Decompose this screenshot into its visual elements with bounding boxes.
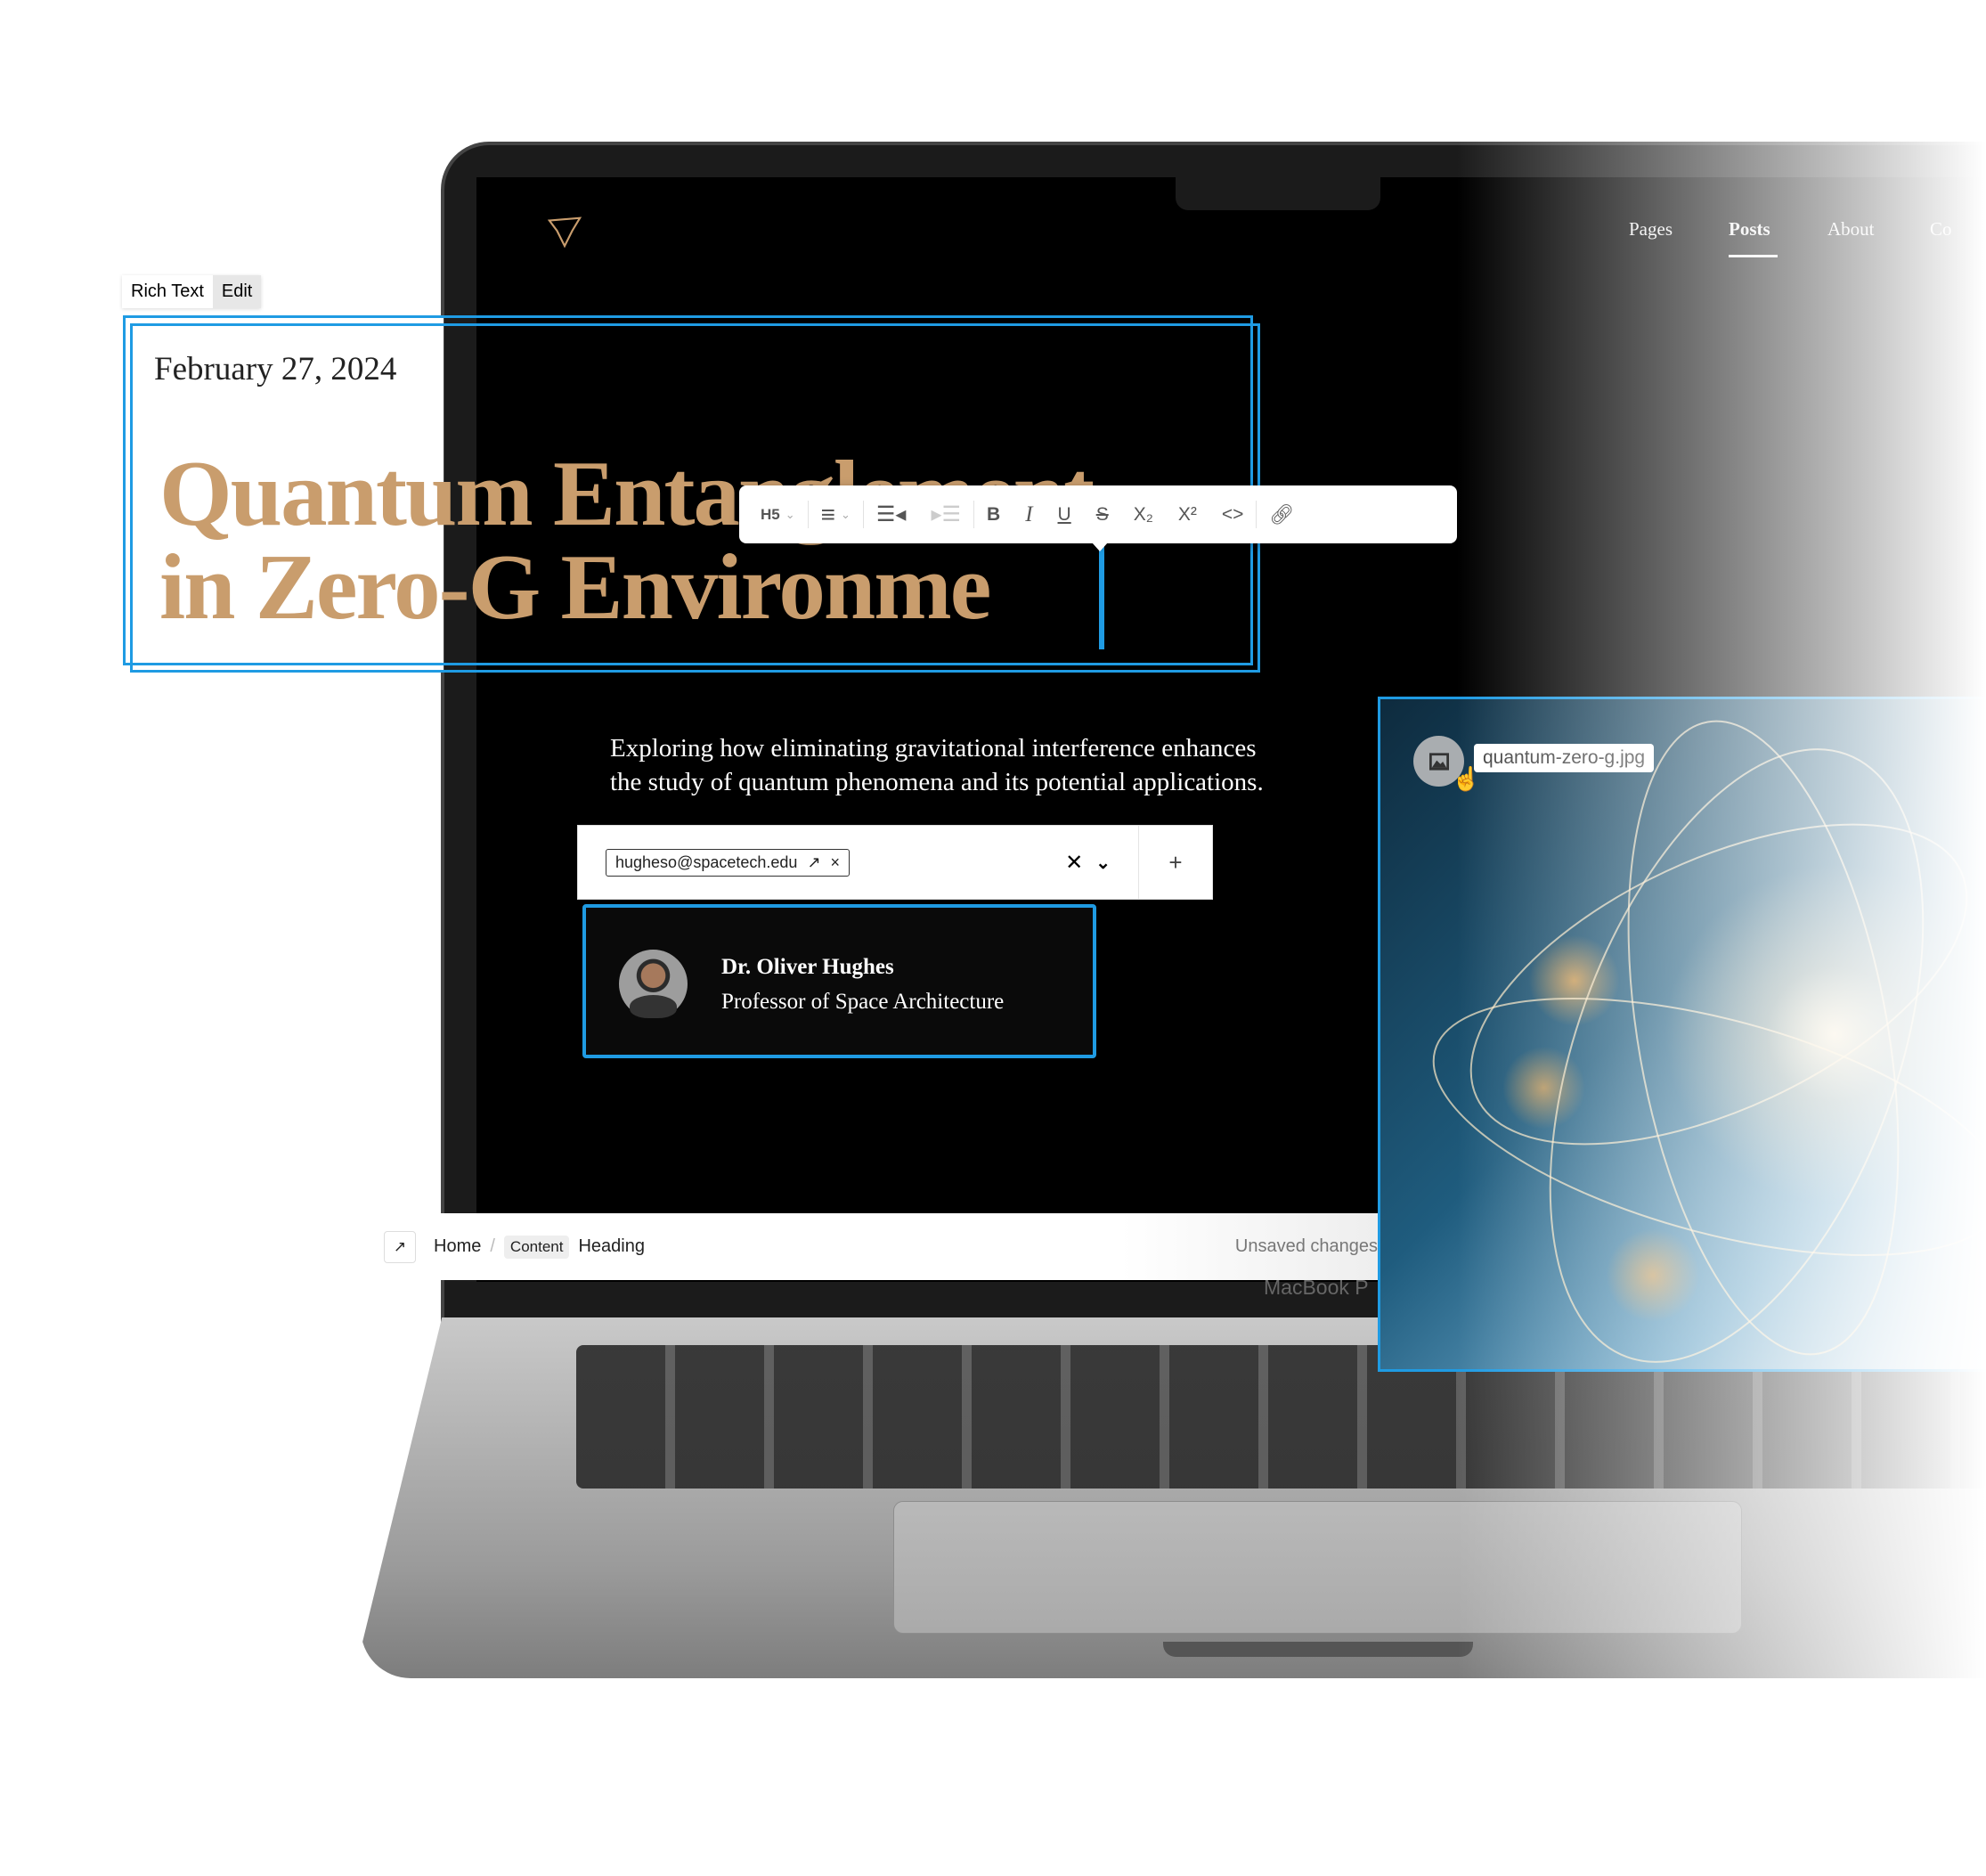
nav-active-underline [1729, 255, 1778, 257]
breadcrumb-separator: / [490, 1236, 495, 1256]
heading-level-select[interactable]: H5 ⌄ [739, 485, 808, 543]
star-outline-icon[interactable] [547, 213, 582, 249]
laptop-hinge [1163, 1642, 1473, 1657]
align-menu-button[interactable]: ≡ ⌄ [809, 485, 863, 543]
article-subtitle[interactable]: Exploring how eliminating gravitational … [610, 731, 1269, 827]
heading-line-2: in Zero-G Environme [159, 534, 991, 639]
image-icon [1428, 752, 1449, 771]
breadcrumb-content[interactable]: Content [503, 1235, 570, 1259]
breadcrumb-heading[interactable]: Heading [578, 1236, 645, 1257]
strikethrough-button[interactable]: S [1084, 485, 1121, 543]
outdent-button[interactable]: ☰◂ [864, 485, 919, 543]
indent-button[interactable]: ▸☰ [918, 485, 973, 543]
align-left-icon: ≡ [820, 500, 835, 528]
bold-button[interactable]: B [974, 485, 1013, 543]
save-status: Unsaved changes [1234, 1236, 1378, 1256]
author-reference-field[interactable]: hugheso@spacetech.edu ↗ × ✕ ⌄ + [577, 825, 1213, 900]
nav-about[interactable]: About [1827, 218, 1875, 241]
atom-orbits [1432, 720, 1986, 1363]
remove-chip-icon[interactable]: × [831, 853, 841, 872]
superscript-button[interactable]: X² [1166, 485, 1209, 543]
email-chip[interactable]: hugheso@spacetech.edu ↗ × [606, 848, 851, 877]
underline-icon: U [1057, 503, 1071, 525]
link-icon: 🔗︎ [1269, 502, 1295, 526]
block-label: Rich Text Edit [122, 275, 262, 308]
italic-icon: I [1025, 502, 1033, 526]
breadcrumb-bar: ↗ Home / Content Heading Unsaved changes [351, 1213, 1378, 1280]
image-filename: quantum-zero-g.jpg [1474, 744, 1655, 772]
email-chip-label: hugheso@spacetech.edu [615, 852, 798, 871]
avatar-shoulders [630, 995, 677, 1018]
subscript-icon: X₂ [1133, 503, 1153, 525]
edit-button[interactable]: Edit [212, 275, 262, 308]
camera-notch [1176, 177, 1380, 210]
indent-icon: ▸☰ [931, 502, 962, 526]
code-button[interactable]: <> [1209, 485, 1257, 543]
outdent-icon: ☰◂ [875, 502, 907, 526]
link-button[interactable]: 🔗︎ [1257, 485, 1306, 543]
trackpad [893, 1501, 1742, 1634]
nav-pages[interactable]: Pages [1629, 218, 1673, 241]
nav-posts[interactable]: Posts [1729, 218, 1770, 241]
author-card[interactable]: Dr. Oliver Hughes Professor of Space Arc… [582, 904, 1096, 1058]
superscript-icon: X² [1177, 503, 1197, 525]
rich-text-toolbar: H5 ⌄ ≡ ⌄ ☰◂ ▸☰ B I U S X₂ X² <> 🔗︎ [739, 485, 1457, 543]
author-name: Dr. Oliver Hughes [721, 955, 894, 979]
subscript-button[interactable]: X₂ [1121, 485, 1166, 543]
open-external-icon[interactable]: ↗ [807, 853, 820, 872]
strikethrough-icon: S [1095, 503, 1109, 525]
code-icon: <> [1221, 503, 1244, 525]
text-caret [1099, 545, 1104, 649]
featured-image[interactable]: ☝ quantum-zero-g.jpg [1378, 697, 1986, 1372]
toolbar-pointer [1092, 542, 1108, 551]
underline-button[interactable]: U [1046, 485, 1084, 543]
article-date[interactable]: February 27, 2024 [154, 350, 396, 388]
bold-icon: B [987, 503, 1001, 525]
clear-icon[interactable]: ✕ [1065, 850, 1083, 876]
add-button[interactable]: + [1138, 826, 1212, 899]
open-external-icon[interactable]: ↗ [384, 1230, 416, 1263]
author-title: Professor of Space Architecture [721, 990, 1005, 1014]
block-type-label: Rich Text [131, 281, 204, 301]
chevron-down-icon[interactable]: ⌄ [1095, 852, 1111, 874]
breadcrumb-home[interactable]: Home [434, 1236, 481, 1257]
nav-contact[interactable]: Co [1930, 218, 1952, 241]
italic-button[interactable]: I [1013, 485, 1045, 543]
